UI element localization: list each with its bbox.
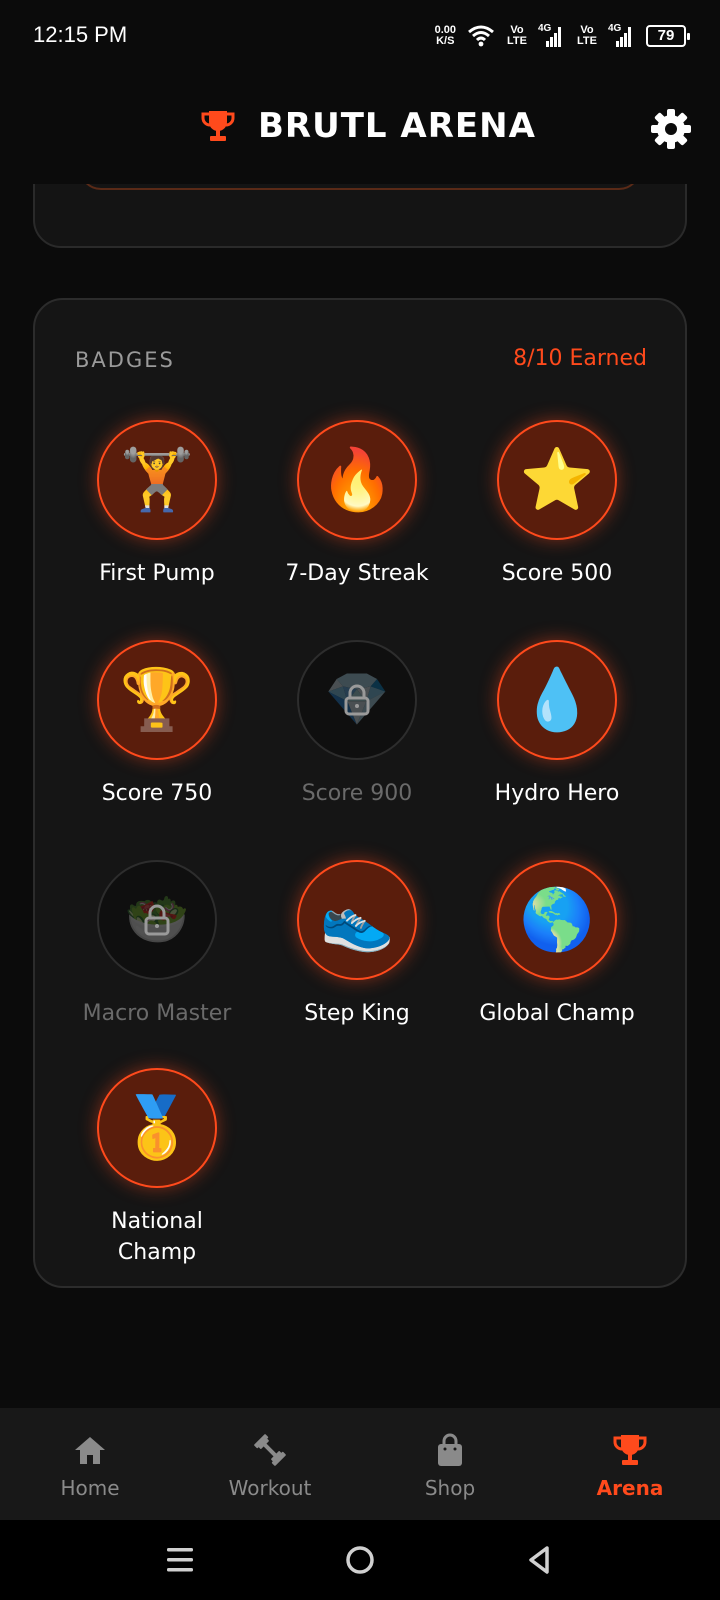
nav-label: Workout [228,1476,312,1500]
bottom-nav: Home Workout Shop Arena [0,1408,720,1520]
battery-icon: 79 [646,25,690,47]
gold-medal-icon: 🥇 [97,1068,217,1188]
previous-card [33,184,687,248]
badge-global-champ[interactable]: 🌎 Global Champ [457,860,657,1029]
nav-home[interactable]: Home [0,1408,180,1520]
badge-name: Macro Master [82,1001,232,1026]
badges-card: BADGES 8/10 Earned 🏋️ First Pump 🔥 7-Day… [33,298,687,1288]
status-time: 12:15 PM [33,22,128,47]
back-icon[interactable] [520,1540,560,1580]
badge-name: Step King [304,1001,410,1026]
badge-score-500[interactable]: ⭐ Score 500 [457,420,657,589]
badge-macro-master[interactable]: 🥗 Macro Master [57,860,257,1029]
network-speed: 0.00 K/S [434,24,456,47]
nav-arena[interactable]: Arena [540,1408,720,1520]
badge-name: Score 900 [301,781,413,806]
weightlifter-icon: 🏋️ [97,420,217,540]
badge-name: Score 750 [101,781,213,806]
badge-name: Hydro Hero [494,781,620,806]
badge-name: Score 500 [501,561,613,586]
status-icons: 0.00 K/S Vo LTE 4G Vo LTE 4G 79 [434,22,690,50]
nav-workout[interactable]: Workout [180,1408,360,1520]
volte-indicator-2: Vo LTE [577,24,597,47]
dumbbell-icon [254,1434,286,1466]
badge-step-king[interactable]: 👟 Step King [257,860,457,1029]
badge-7-day-streak[interactable]: 🔥 7-Day Streak [257,420,457,589]
badge-first-pump[interactable]: 🏋️ First Pump [57,420,257,589]
signal-icon-1: 4G [538,23,564,47]
sneaker-icon: 👟 [297,860,417,980]
badge-name: Global Champ [479,1001,635,1026]
content-scroll-area[interactable]: BADGES 8/10 Earned 🏋️ First Pump 🔥 7-Day… [0,184,720,1408]
signal-icon-2: 4G [608,23,634,47]
badges-earned-count: 8/10 Earned [513,346,647,371]
gear-icon[interactable] [650,108,692,150]
globe-icon: 🌎 [497,860,617,980]
system-navigation-bar [0,1520,720,1600]
previous-card-inner [79,184,641,190]
badge-name: National Champ [111,1209,203,1265]
app-title: BRUTL ARENA [258,106,536,146]
lock-icon [144,904,170,936]
nav-label: Arena [596,1476,664,1500]
badge-hydro-hero[interactable]: 💧 Hydro Hero [457,640,657,809]
home-icon [75,1437,105,1464]
badges-title: BADGES [75,348,175,372]
locked-badge-circle: 💎 [297,640,417,760]
locked-badge-circle: 🥗 [97,860,217,980]
trophy-icon [613,1435,647,1465]
fire-icon: 🔥 [297,420,417,540]
brand: BRUTL ARENA [200,106,536,146]
badge-national-champ[interactable]: 🥇 National Champ [57,1068,257,1268]
lock-icon [344,684,370,716]
badge-score-750[interactable]: 🏆 Score 750 [57,640,257,809]
star-icon: ⭐ [497,420,617,540]
app-header: BRUTL ARENA [0,72,720,184]
trophy-icon [201,111,235,141]
badge-name: 7-Day Streak [285,561,429,586]
trophy-icon: 🏆 [97,640,217,760]
badge-name: First Pump [99,561,215,586]
wifi-icon [468,25,494,47]
shopping-bag-icon [438,1433,462,1466]
water-drop-icon: 💧 [497,640,617,760]
nav-label: Shop [424,1476,476,1500]
nav-label: Home [60,1476,120,1500]
nav-shop[interactable]: Shop [360,1408,540,1520]
status-bar: 12:15 PM 0.00 K/S Vo LTE 4G Vo LTE 4G 79 [0,0,720,72]
menu-icon[interactable] [160,1540,200,1580]
home-circle-icon[interactable] [340,1540,380,1580]
volte-indicator-1: Vo LTE [507,24,527,47]
badge-score-900[interactable]: 💎 Score 900 [257,640,457,809]
